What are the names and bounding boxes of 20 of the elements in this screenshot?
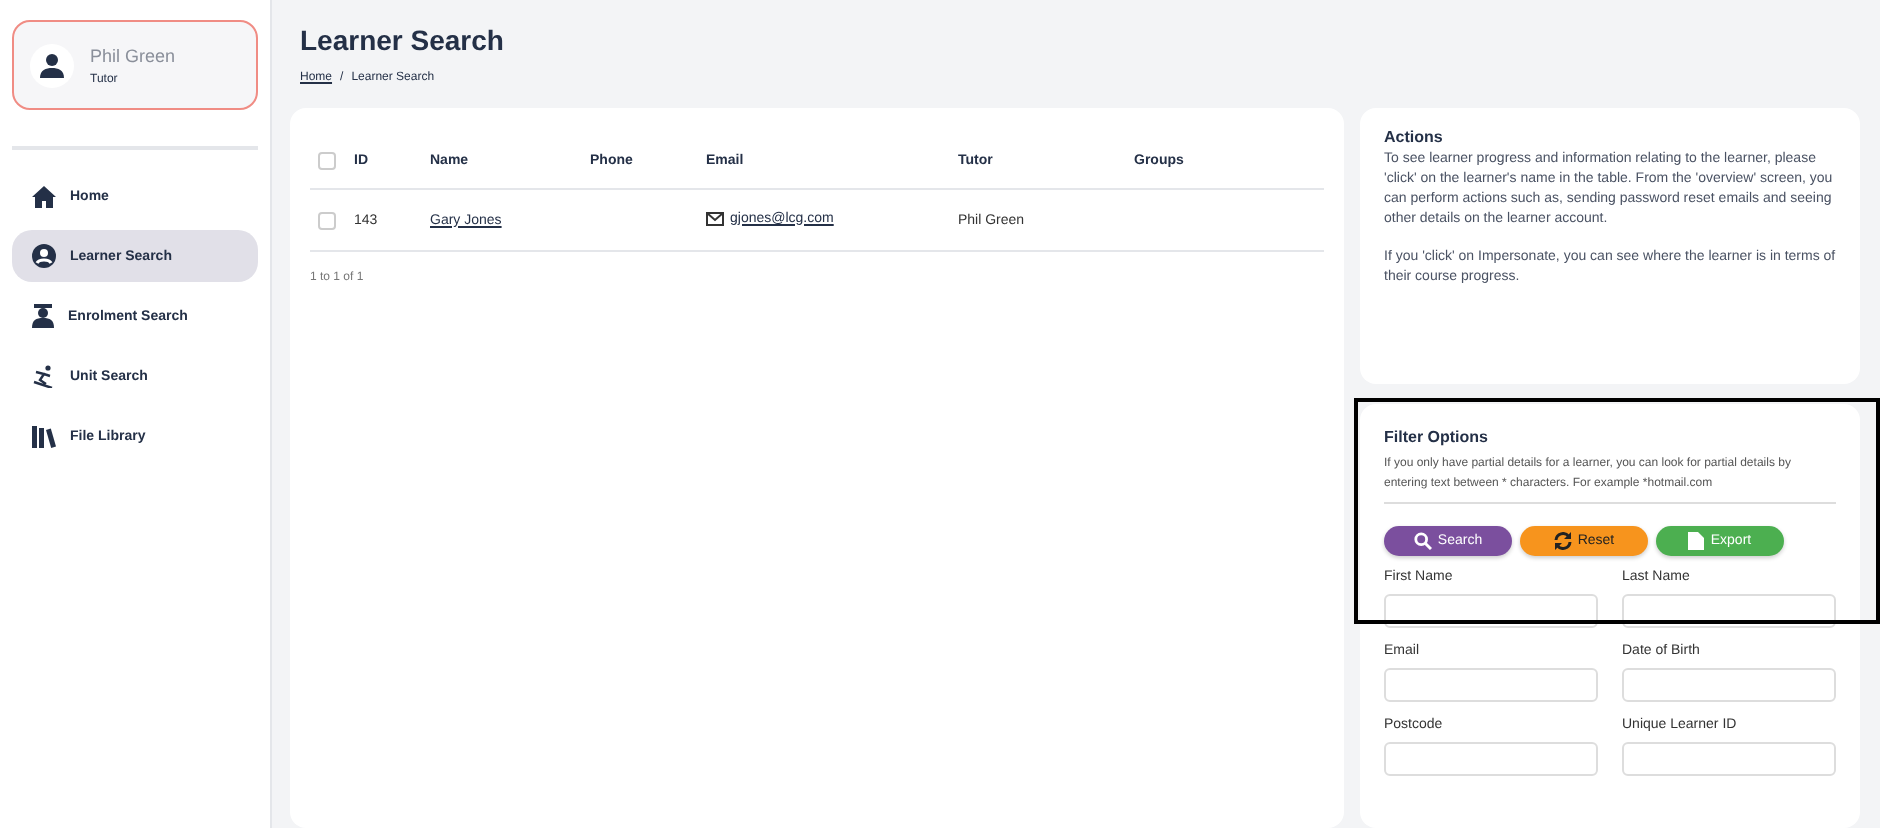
search-icon xyxy=(1413,532,1432,551)
input-field[interactable] xyxy=(1384,668,1598,703)
refresh-icon xyxy=(1553,532,1572,551)
input-field[interactable] xyxy=(1622,668,1836,703)
books-icon xyxy=(32,425,56,447)
input-field[interactable] xyxy=(1622,742,1836,777)
skier-icon xyxy=(32,364,56,388)
user-avatar-icon xyxy=(30,43,74,87)
user-name: Phil Green xyxy=(90,45,176,65)
file-icon xyxy=(1688,532,1705,551)
page-title: Learner Search xyxy=(300,24,506,56)
user-circle-icon xyxy=(32,244,56,268)
card-title: Filter Options xyxy=(1384,428,1490,446)
home-icon xyxy=(32,185,56,207)
graduate-icon xyxy=(32,304,54,328)
card-title: Actions xyxy=(1384,128,1445,146)
select-all-checkbox[interactable] xyxy=(318,151,336,169)
row-checkbox[interactable] xyxy=(318,211,336,229)
envelope-icon xyxy=(706,211,724,225)
input-field[interactable] xyxy=(1384,742,1598,777)
